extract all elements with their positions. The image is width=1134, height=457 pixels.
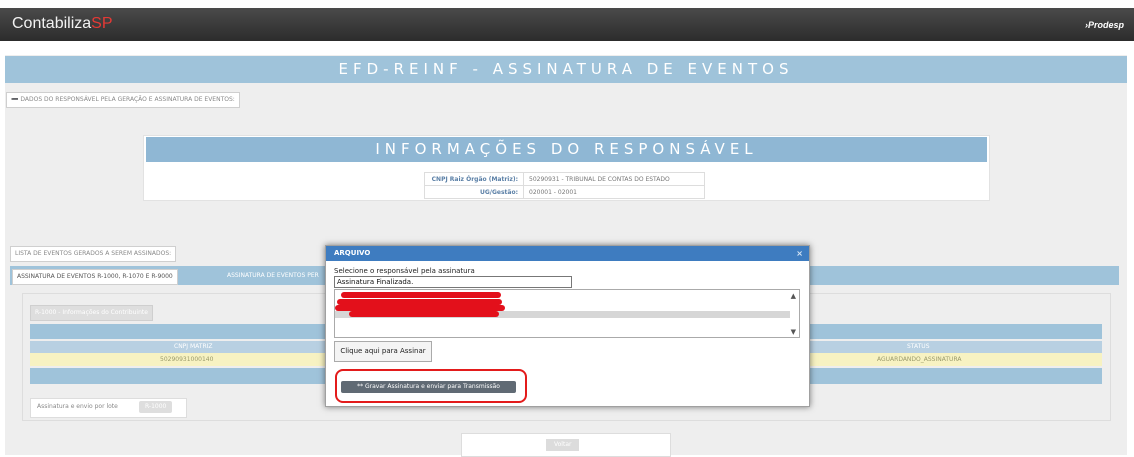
lote-label: Assinatura e envio por lote: [37, 403, 118, 410]
lote-panel: Assinatura e envio por lote R-1000: [30, 398, 187, 418]
page-title: EFD-REINF - ASSINATURA DE EVENTOS: [5, 56, 1127, 83]
arquivo-dialog: ARQUIVO × Selecione o responsável pela a…: [325, 245, 810, 407]
column-status: STATUS: [907, 343, 930, 350]
footer-panel: Voltar: [461, 433, 671, 457]
signer-listbox[interactable]: ▲ ▼: [334, 289, 800, 338]
dialog-title: ARQUIVO: [334, 249, 371, 257]
status-cell: AGUARDANDO_ASSINATURA: [877, 356, 962, 363]
status-field[interactable]: Assinatura Finalizada.: [334, 276, 572, 288]
app-logo[interactable]: ContabilizaSP: [12, 15, 113, 33]
dialog-header: ARQUIVO ×: [326, 246, 809, 261]
responsavel-title: INFORMAÇÕES DO RESPONSÁVEL: [146, 137, 987, 162]
table-row: CNPJ Raiz Órgão (Matriz): 50290931 - TRI…: [424, 172, 705, 186]
lista-legend: LISTA DE EVENTOS GERADOS A SEREM ASSINAD…: [10, 246, 177, 262]
sign-button[interactable]: Clique aqui para Assinar: [334, 341, 432, 362]
scroll-up-icon[interactable]: ▲: [791, 292, 796, 300]
r1000-legend: R-1000 - Informações do Contribuinte: [30, 305, 153, 321]
top-bar: ContabilizaSP ›Prodesp: [0, 8, 1134, 41]
ug-label: UG/Gestão:: [424, 185, 524, 199]
redaction-mark: [341, 292, 501, 298]
responsavel-table: CNPJ Raiz Órgão (Matriz): 50290931 - TRI…: [424, 172, 705, 199]
redaction-mark: [349, 311, 499, 317]
cnpj-value: 50290931 - TRIBUNAL DE CONTAS DO ESTADO: [523, 172, 705, 186]
prodesp-brand: ›Prodesp: [1084, 20, 1124, 30]
cnpj-label: CNPJ Raiz Órgão (Matriz):: [424, 172, 524, 186]
save-transmit-button[interactable]: ** Gravar Assinatura e enviar para Trans…: [341, 381, 516, 393]
back-button[interactable]: Voltar: [546, 439, 580, 451]
ug-value: 020001 - 02001: [523, 185, 705, 199]
responsavel-legend[interactable]: ➖ DADOS DO RESPONSÁVEL PELA GERAÇÃO E AS…: [6, 92, 240, 108]
close-icon[interactable]: ×: [796, 246, 803, 261]
cnpj-cell: 50290931000140: [160, 356, 214, 363]
table-row: UG/Gestão: 020001 - 02001: [424, 185, 705, 199]
tab-r1000[interactable]: ASSINATURA DE EVENTOS R-1000, R-1070 E R…: [12, 269, 178, 285]
column-cnpj: CNPJ MATRIZ: [174, 343, 213, 350]
select-label: Selecione o responsável pela assinatura: [334, 267, 475, 275]
lote-r1000-button[interactable]: R-1000: [139, 401, 173, 413]
tab-outros[interactable]: ASSINATURA DE EVENTOS PER: [223, 269, 323, 283]
scroll-down-icon[interactable]: ▼: [791, 328, 796, 336]
